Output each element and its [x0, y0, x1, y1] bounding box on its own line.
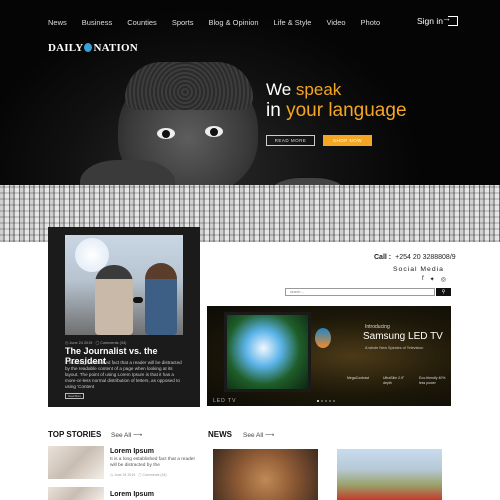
search-input[interactable]: search ...: [285, 288, 435, 296]
story-comments[interactable]: Comments (34): [142, 473, 166, 477]
news-see-all[interactable]: See All ⟶: [243, 431, 274, 439]
samsung-ad-banner[interactable]: Introducing Samsung LED TV A whole New S…: [207, 306, 451, 406]
news-image-hands[interactable]: [213, 449, 318, 500]
nav-item-counties[interactable]: Counties: [127, 18, 157, 27]
microphone-icon: [133, 297, 143, 303]
ad-subtitle: A whole New Species of Television: [365, 346, 424, 350]
ad-brand: LED TV: [213, 398, 237, 404]
logo-text-right: NATION: [93, 42, 138, 54]
top-stories-see-all[interactable]: See All ⟶: [111, 431, 142, 439]
hero-eye-right: [205, 126, 223, 137]
social-icons: f ✦ ◎: [422, 276, 446, 283]
story-image[interactable]: [48, 487, 104, 500]
journalist-figure: [95, 265, 133, 335]
president-figure: [145, 263, 177, 335]
shop-now-button[interactable]: SHOP NOW: [323, 135, 372, 146]
ad-intro: Introducing: [365, 324, 390, 330]
feature-card[interactable]: ◷ June 24 2019 ▢ Comments (34) The Journ…: [48, 227, 200, 407]
nav-item-photo[interactable]: Photo: [361, 18, 381, 27]
signin-label: Sign in: [417, 16, 443, 26]
ad-product: Samsung LED TV: [363, 331, 443, 342]
story-title[interactable]: Lorem Ipsum: [110, 491, 154, 498]
top-stories-title: TOP STORIES: [48, 430, 102, 439]
carousel-dots: [317, 400, 335, 402]
story-title[interactable]: Lorem Ipsum: [110, 448, 154, 455]
hero-eye-left: [157, 128, 175, 139]
hero-child-hair: [125, 62, 253, 110]
news-image-people[interactable]: [337, 449, 442, 500]
ad-feature-2: UltraSlim 2.9" depth: [383, 376, 405, 385]
nav-item-business[interactable]: Business: [82, 18, 112, 27]
nav-item-sports[interactable]: Sports: [172, 18, 194, 27]
feature-comments[interactable]: Comments (34): [100, 341, 126, 345]
hero-tagline-1: We speak: [266, 80, 341, 100]
story-text: It is a long established fact that a rea…: [110, 457, 196, 468]
tagline-1-plain: We: [266, 80, 296, 99]
tagline-2-plain: in: [266, 100, 287, 121]
nav-item-blog-opinion[interactable]: Blog & Opinion: [209, 18, 259, 27]
globe-icon: [84, 43, 93, 52]
search-icon: ⚲: [441, 289, 446, 295]
story-date: June 24 2019: [114, 473, 136, 477]
search-button[interactable]: ⚲: [436, 288, 451, 296]
main-nav: News Business Counties Sports Blog & Opi…: [48, 18, 395, 27]
call-label: Call :: [374, 254, 392, 261]
feature-read-more-button[interactable]: Read More: [65, 393, 84, 399]
read-more-button[interactable]: READ MORE: [266, 135, 315, 146]
story-image[interactable]: [48, 446, 104, 479]
story-meta: ◷ June 24 2019 ▢ Comments (34): [110, 473, 167, 477]
feature-meta: ◷ June 24 2019 ▢ Comments (34): [65, 341, 127, 345]
call-line: Call : +254 20 3288808/9: [374, 254, 456, 261]
feature-date: June 24 2019: [69, 341, 93, 345]
ad-feature-3: Eco-friendly 40% less power: [419, 376, 446, 385]
facebook-icon[interactable]: f: [422, 276, 424, 283]
carousel-dot[interactable]: [317, 400, 319, 402]
ad-feature-1: MegaContrast: [347, 376, 369, 380]
daily-nation-logo[interactable]: DAILY NATION: [48, 42, 138, 54]
hero-banner: News Business Counties Sports Blog & Opi…: [0, 0, 500, 242]
nav-item-life-style[interactable]: Life & Style: [274, 18, 312, 27]
twitter-icon[interactable]: ✦: [430, 276, 435, 283]
carousel-dot[interactable]: [329, 400, 331, 402]
kingfisher-image: [315, 328, 331, 348]
tagline-2-accent: your language: [286, 100, 407, 121]
hero-tagline-2: in your language: [266, 100, 407, 122]
carousel-dot[interactable]: [333, 400, 335, 402]
news-title: NEWS: [208, 430, 232, 439]
carousel-dot[interactable]: [325, 400, 327, 402]
nav-item-video[interactable]: Video: [326, 18, 345, 27]
feature-photo: [65, 235, 183, 335]
logo-text-left: DAILY: [48, 42, 84, 54]
feature-text: It is a long established fact that a rea…: [65, 360, 182, 389]
nav-item-news[interactable]: News: [48, 18, 67, 27]
tv-image: [224, 312, 311, 392]
phone-number[interactable]: +254 20 3288808/9: [395, 254, 456, 261]
carousel-dot[interactable]: [321, 400, 323, 402]
tagline-1-accent: speak: [295, 80, 342, 99]
signin-button[interactable]: Sign in: [417, 13, 458, 26]
instagram-icon[interactable]: ◎: [441, 276, 446, 283]
signin-icon: [442, 13, 458, 26]
social-media-label: Social Media: [393, 266, 444, 273]
